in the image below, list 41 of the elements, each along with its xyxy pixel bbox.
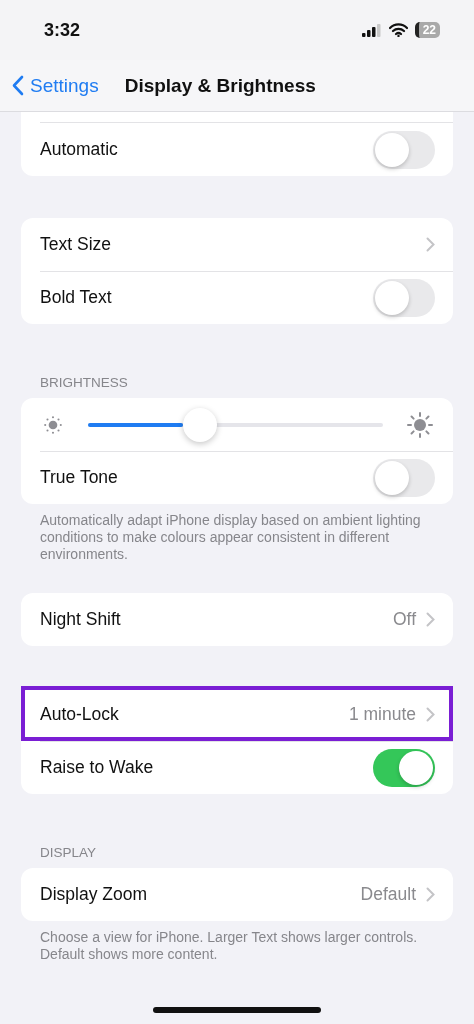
toggle-switch[interactable]: [373, 748, 435, 787]
chevron-icon: [426, 612, 435, 627]
settings-row[interactable]: Display Zoom Default: [21, 868, 453, 921]
section-footer: Automatically adapt iPhone display based on ambient lighting conditions to make colours appear consistent in different environments.: [40, 512, 421, 562]
page-title: Display & Brightness: [124, 74, 316, 97]
row-value: Off: [392, 609, 416, 630]
row-label: Bold Text: [40, 287, 113, 308]
slider-thumb[interactable]: [183, 407, 218, 442]
row-label: Display Zoom: [40, 884, 148, 905]
settings-row[interactable]: Text Size: [21, 218, 453, 271]
settings-row[interactable]: Raise to Wake: [21, 741, 453, 794]
settings-row[interactable]: Night Shift Off: [21, 593, 453, 646]
sun-icon: [405, 409, 435, 440]
settings-row[interactable]: Bold Text: [21, 271, 453, 324]
back-button[interactable]: Settings: [12, 74, 99, 97]
chevron-icon: [426, 887, 435, 902]
chevron-icon: [426, 707, 435, 722]
settings-row[interactable]: True Tone: [21, 451, 453, 504]
section-header: BRIGHTNESS: [40, 375, 128, 390]
toggle-switch[interactable]: [373, 130, 435, 169]
back-chevron-icon: [12, 75, 24, 96]
wifi-icon: [388, 23, 408, 37]
row-value: 1 minute: [348, 704, 416, 725]
row-label: Text Size: [40, 234, 112, 255]
chevron-icon: [426, 237, 435, 252]
signal-icon: [361, 23, 382, 37]
toggle-switch[interactable]: [373, 458, 435, 497]
row-value: Default: [360, 884, 416, 905]
section-header: DISPLAY: [40, 845, 97, 860]
brightness-slider[interactable]: [88, 407, 383, 442]
row-label: True Tone: [40, 467, 119, 488]
settings-row[interactable]: Auto-Lock 1 minute: [21, 688, 453, 741]
row-label: Automatic: [40, 139, 119, 160]
row-label: Auto-Lock: [40, 704, 120, 725]
battery-indicator: 22: [414, 22, 440, 38]
row-label: Raise to Wake: [40, 757, 155, 778]
toggle-switch[interactable]: [373, 278, 435, 317]
settings-row[interactable]: Automatic: [40, 122, 453, 176]
status-time: 3:32: [44, 19, 81, 41]
row-label: Night Shift: [40, 609, 122, 630]
section-footer: Choose a view for iPhone. Larger Text shows larger controls. Default shows more content.: [40, 929, 418, 962]
